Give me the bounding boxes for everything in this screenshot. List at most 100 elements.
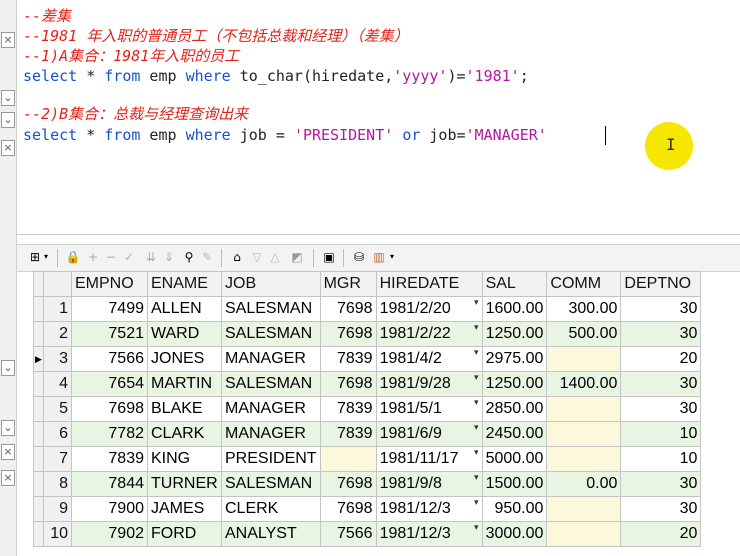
chevron-down-icon[interactable]: ▾ — [41, 249, 51, 265]
filter-icon[interactable]: ▽ — [249, 249, 265, 265]
sal-cell[interactable]: 2975.00 — [481, 346, 548, 372]
fetch-next-icon[interactable]: ⇊ — [143, 249, 159, 265]
deptno-cell[interactable]: 20 — [620, 521, 702, 547]
row-indicator[interactable] — [33, 471, 44, 497]
mgr-cell[interactable]: 7839 — [319, 396, 377, 422]
find-icon[interactable]: ⚲ — [181, 249, 197, 265]
sal-cell[interactable]: 5000.00 — [481, 446, 548, 472]
ename-cell[interactable]: KING — [147, 446, 222, 472]
sal-cell[interactable]: 2450.00 — [481, 421, 548, 447]
column-header[interactable]: DEPTNO — [620, 271, 702, 297]
mgr-cell[interactable]: 7698 — [319, 321, 377, 347]
mgr-cell[interactable]: 7566 — [319, 521, 377, 547]
table-row[interactable]: 4 7654 MARTIN SALESMAN 7698 1981/9/28 ▾ 1250.00… — [33, 371, 702, 397]
query-by-example-icon[interactable]: ⌂ — [229, 249, 245, 265]
hiredate-cell[interactable]: 1981/2/20 ▾ — [375, 296, 483, 322]
table-row[interactable]: ▶ 3 7566 JONES MANAGER 7839 1981/4/2 ▾ 2975.00 20 — [33, 346, 702, 372]
ename-cell[interactable]: FORD — [147, 521, 222, 547]
previous-icon[interactable]: △ — [267, 249, 283, 265]
row-indicator[interactable] — [33, 371, 44, 397]
empno-cell[interactable]: 7844 — [71, 471, 148, 497]
delete-record-icon[interactable]: − — [103, 249, 119, 265]
comm-cell[interactable] — [546, 346, 622, 372]
ename-cell[interactable]: JONES — [147, 346, 222, 372]
sal-cell[interactable]: 3000.00 — [481, 521, 548, 547]
hiredate-cell[interactable]: 1981/5/1 ▾ — [375, 396, 483, 422]
deptno-cell[interactable]: 30 — [620, 396, 702, 422]
comm-cell[interactable]: 300.00 — [546, 296, 622, 322]
table-row[interactable]: 6 7782 CLARK MANAGER 7839 1981/6/9 ▾ 2450.00 10 — [33, 421, 702, 447]
export-icon[interactable]: ⛁ — [351, 249, 367, 265]
deptno-cell[interactable]: 30 — [620, 496, 702, 522]
deptno-cell[interactable]: 20 — [620, 346, 702, 372]
deptno-cell[interactable]: 10 — [620, 446, 702, 472]
chevron-down-icon[interactable]: ▾ — [474, 373, 479, 384]
row-indicator[interactable] — [33, 296, 44, 322]
hiredate-cell[interactable]: 1981/2/22 ▾ — [375, 321, 483, 347]
sal-cell[interactable]: 2850.00 — [481, 396, 548, 422]
job-cell[interactable]: SALESMAN — [221, 321, 321, 347]
mgr-cell[interactable]: 7698 — [319, 371, 377, 397]
row-indicator[interactable] — [33, 446, 44, 472]
deptno-cell[interactable]: 30 — [620, 321, 702, 347]
fetch-all-icon[interactable]: ⇓ — [161, 249, 177, 265]
clear-icon[interactable]: ✎ — [199, 249, 215, 265]
job-cell[interactable]: PRESIDENT — [221, 446, 321, 472]
chevron-down-icon[interactable]: ⌄ — [1, 360, 15, 376]
sal-cell[interactable]: 1250.00 — [481, 371, 548, 397]
row-indicator[interactable] — [33, 521, 44, 547]
current-row-indicator-icon[interactable]: ▶ — [33, 346, 44, 372]
job-cell[interactable]: ANALYST — [221, 521, 321, 547]
empno-cell[interactable]: 7566 — [71, 346, 148, 372]
collapse-icon[interactable]: × — [1, 140, 15, 156]
job-cell[interactable]: MANAGER — [221, 346, 321, 372]
chevron-down-icon[interactable]: ▾ — [474, 323, 479, 334]
empno-cell[interactable]: 7839 — [71, 446, 148, 472]
chart-icon[interactable]: ▥ — [371, 249, 387, 265]
ename-cell[interactable]: TURNER — [147, 471, 222, 497]
collapse-icon[interactable]: × — [1, 444, 15, 460]
chevron-down-icon[interactable]: ▾ — [387, 249, 397, 265]
collapse-icon[interactable]: × — [1, 470, 15, 486]
collapse-icon[interactable]: × — [1, 32, 15, 48]
chevron-down-icon[interactable]: ▾ — [474, 448, 479, 459]
chevron-down-icon[interactable]: ▾ — [474, 473, 479, 484]
hiredate-cell[interactable]: 1981/4/2 ▾ — [375, 346, 483, 372]
comm-cell[interactable] — [546, 396, 622, 422]
chevron-down-icon[interactable]: ⌄ — [1, 90, 15, 106]
job-cell[interactable]: SALESMAN — [221, 471, 321, 497]
empno-cell[interactable]: 7698 — [71, 396, 148, 422]
column-header[interactable]: COMM — [546, 271, 622, 297]
save-icon[interactable]: ▣ — [321, 249, 337, 265]
comm-cell[interactable] — [546, 421, 622, 447]
comm-cell[interactable]: 500.00 — [546, 321, 622, 347]
column-header[interactable]: MGR — [319, 271, 377, 297]
column-header[interactable]: EMPNO — [71, 271, 148, 297]
deptno-cell[interactable]: 10 — [620, 421, 702, 447]
job-cell[interactable]: SALESMAN — [221, 296, 321, 322]
mgr-cell[interactable]: 7839 — [319, 346, 377, 372]
table-row[interactable]: 1 7499 ALLEN SALESMAN 7698 1981/2/20 ▾ 1600.00 3… — [33, 296, 702, 322]
row-indicator[interactable] — [33, 396, 44, 422]
post-changes-icon[interactable]: ✓ — [121, 249, 137, 265]
comm-cell[interactable]: 0.00 — [546, 471, 622, 497]
empno-cell[interactable]: 7902 — [71, 521, 148, 547]
empno-cell[interactable]: 7499 — [71, 296, 148, 322]
mgr-cell[interactable] — [319, 446, 377, 472]
chevron-down-icon[interactable]: ⌄ — [1, 420, 15, 436]
column-header[interactable]: HIREDATE — [375, 271, 483, 297]
comm-cell[interactable]: 1400.00 — [546, 371, 622, 397]
lock-icon[interactable]: 🔒 — [65, 249, 81, 265]
job-cell[interactable]: SALESMAN — [221, 371, 321, 397]
comm-cell[interactable] — [546, 521, 622, 547]
hiredate-cell[interactable]: 1981/12/3 ▾ — [375, 521, 483, 547]
row-indicator[interactable] — [33, 321, 44, 347]
table-row[interactable]: 9 7900 JAMES CLERK 7698 1981/12/3 ▾ 950.00 30 — [33, 496, 702, 522]
hiredate-cell[interactable]: 1981/12/3 ▾ — [375, 496, 483, 522]
table-row[interactable]: 2 7521 WARD SALESMAN 7698 1981/2/22 ▾ 1250.00 50… — [33, 321, 702, 347]
table-row[interactable]: 10 7902 FORD ANALYST 7566 1981/12/3 ▾ 3000.00 20 — [33, 521, 702, 547]
deptno-cell[interactable]: 30 — [620, 471, 702, 497]
sal-cell[interactable]: 1250.00 — [481, 321, 548, 347]
chevron-down-icon[interactable]: ▾ — [474, 348, 479, 359]
mgr-cell[interactable]: 7698 — [319, 296, 377, 322]
